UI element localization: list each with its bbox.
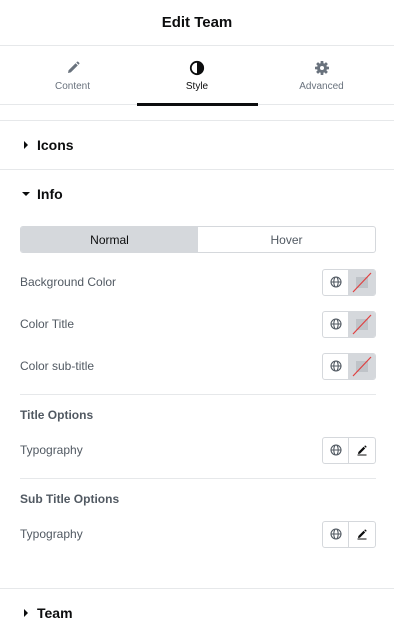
globe-icon	[329, 444, 342, 456]
panel-header: Edit Team	[0, 0, 394, 46]
subtitle-typography-row: Typography	[20, 520, 376, 548]
global-fonts-button[interactable]	[323, 437, 349, 463]
color-title-label: Color Title	[20, 317, 75, 331]
section-info: Info	[0, 169, 394, 218]
color-subtitle-label: Color sub-title	[20, 359, 95, 373]
globe-icon	[329, 318, 342, 330]
background-color-swatch[interactable]	[349, 269, 375, 295]
gear-icon	[314, 60, 329, 75]
title-options-heading: Title Options	[20, 408, 94, 422]
tab-bar: Content Style Advanced	[0, 46, 394, 106]
section-icons-title: Icons	[37, 137, 74, 153]
title-typography-row: Typography	[20, 436, 376, 464]
global-colors-button[interactable]	[323, 353, 349, 379]
section-team-title: Team	[37, 605, 73, 621]
contrast-icon	[189, 60, 205, 75]
global-colors-button[interactable]	[323, 311, 349, 337]
caret-down-icon	[22, 192, 30, 196]
global-fonts-button[interactable]	[323, 521, 349, 547]
pencil-icon	[67, 61, 79, 73]
no-color-icon	[352, 356, 372, 376]
background-color-label: Background Color	[20, 275, 117, 289]
subtitle-typography-control	[322, 520, 376, 548]
tab-advanced[interactable]: Advanced	[261, 46, 382, 105]
global-colors-button[interactable]	[323, 269, 349, 295]
color-title-control	[322, 310, 376, 338]
color-title-row: Color Title	[20, 310, 376, 338]
subtitle-options-heading: Sub Title Options	[20, 492, 120, 506]
tab-content-label: Content	[54, 80, 91, 92]
globe-icon	[329, 276, 342, 288]
normal-state-button[interactable]: Normal	[21, 227, 198, 252]
section-icons: Icons	[0, 120, 394, 169]
color-subtitle-control	[322, 352, 376, 380]
hover-state-button[interactable]: Hover	[198, 227, 375, 252]
title-typography-control	[322, 436, 376, 464]
tab-content[interactable]: Content	[12, 46, 133, 105]
color-title-swatch[interactable]	[349, 311, 375, 337]
section-info-title: Info	[37, 186, 63, 202]
state-toggle: Normal Hover	[20, 226, 376, 253]
pencil-icon	[357, 445, 367, 456]
tab-style-label: Style	[185, 80, 209, 92]
edit-subtitle-typography-button[interactable]	[349, 522, 375, 547]
caret-right-icon	[24, 609, 28, 617]
subtitle-typography-label: Typography	[20, 527, 83, 541]
no-color-icon	[352, 314, 372, 334]
section-icons-header[interactable]: Icons	[0, 121, 394, 169]
background-color-row: Background Color	[20, 268, 376, 296]
divider	[20, 478, 376, 479]
section-team: Team	[0, 588, 394, 637]
divider	[20, 394, 376, 395]
color-subtitle-row: Color sub-title	[20, 352, 376, 380]
globe-icon	[329, 528, 342, 540]
no-color-icon	[352, 272, 372, 292]
tab-style[interactable]: Style	[136, 46, 258, 106]
globe-icon	[329, 360, 342, 372]
caret-right-icon	[24, 141, 28, 149]
section-team-header[interactable]: Team	[0, 589, 394, 637]
background-color-control	[322, 268, 376, 296]
section-info-header[interactable]: Info	[0, 170, 394, 218]
color-subtitle-swatch[interactable]	[349, 353, 375, 379]
tab-advanced-label: Advanced	[299, 80, 344, 92]
edit-title-typography-button[interactable]	[349, 438, 375, 463]
title-typography-label: Typography	[20, 443, 83, 457]
pencil-icon	[357, 529, 367, 540]
panel-title: Edit Team	[161, 14, 233, 31]
